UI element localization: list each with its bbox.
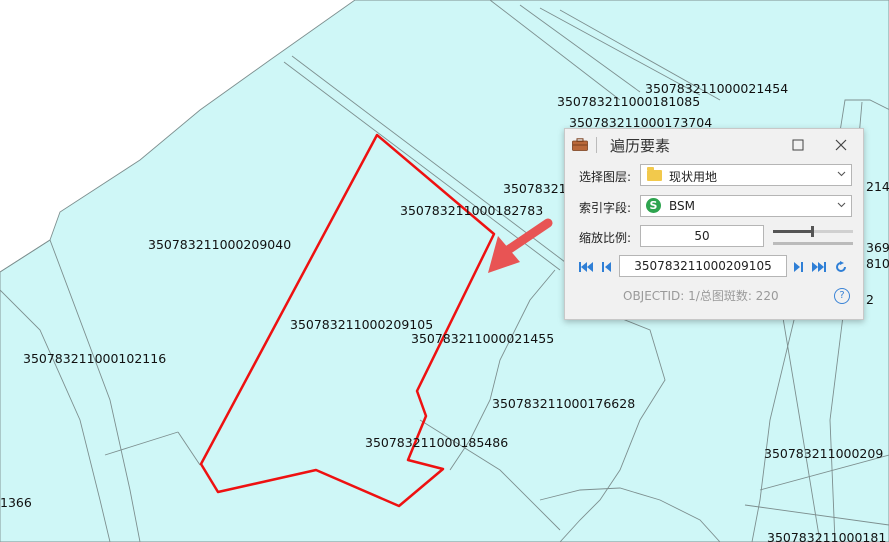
refresh-icon [836,261,846,272]
first-icon [579,262,593,272]
layer-select[interactable]: 现状用地 [640,164,852,186]
parcel-label: 214 [866,179,889,194]
close-icon [835,139,847,151]
help-icon[interactable]: ? [834,288,850,304]
parcel-label: 350783211000182783 [400,203,543,218]
next-icon [794,262,803,272]
field-s-icon: S [646,198,661,213]
parcel-label: 350783211000181 [767,530,886,542]
zoom-label: 缩放比例: [579,231,632,245]
close-button[interactable] [828,133,854,157]
parcel-label: 350783211000176628 [492,396,635,411]
parcel-label: 35078321 [503,181,567,196]
refresh-button[interactable] [833,260,849,274]
status-text: OBJECTID: 1/总图斑数: 220 [623,289,779,303]
dialog-titlebar[interactable]: 遍历要素 [565,129,863,161]
previous-icon [602,262,611,272]
first-button[interactable] [578,260,594,274]
parcel-label: 1366 [0,495,32,510]
parcel-label: 350783211000209040 [148,237,291,252]
traverse-features-dialog[interactable]: 遍历要素 选择图层: 现状用地 索引字段: S BSM 缩放比例: 50 350… [564,128,864,320]
toolbox-icon [572,138,588,151]
previous-button[interactable] [599,260,615,274]
last-icon [812,262,826,272]
maximize-button[interactable] [785,133,811,157]
field-select[interactable]: S BSM [640,195,852,217]
chevron-down-icon [837,171,846,177]
parcel-label: 350783211000181085 [557,94,700,109]
folder-icon [647,167,662,181]
chevron-down-icon [837,202,846,208]
zoom-input[interactable]: 50 [640,225,764,247]
last-button[interactable] [811,260,827,274]
dialog-title: 遍历要素 [610,137,671,155]
field-label: 索引字段: [579,201,632,215]
parcel-label: 810 [866,256,889,271]
title-separator [596,137,597,153]
next-button[interactable] [790,260,806,274]
parcel-label: 350783211000185486 [365,435,508,450]
current-id-input[interactable]: 350783211000209105 [619,255,787,277]
layer-label: 选择图层: [579,170,632,184]
parcel-label: 350783211000102116 [23,351,166,366]
layer-select-value: 现状用地 [669,170,718,184]
parcel-label: 350783211000209105 [290,317,433,332]
maximize-icon [792,139,804,151]
parcel-label: 350783211000209 [764,446,883,461]
parcel-label: 350783211000021455 [411,331,554,346]
parcel-label: 369 [866,240,889,255]
parcel-label: 2 [866,292,874,307]
zoom-slider[interactable] [773,225,853,247]
field-select-value: BSM [669,199,695,213]
